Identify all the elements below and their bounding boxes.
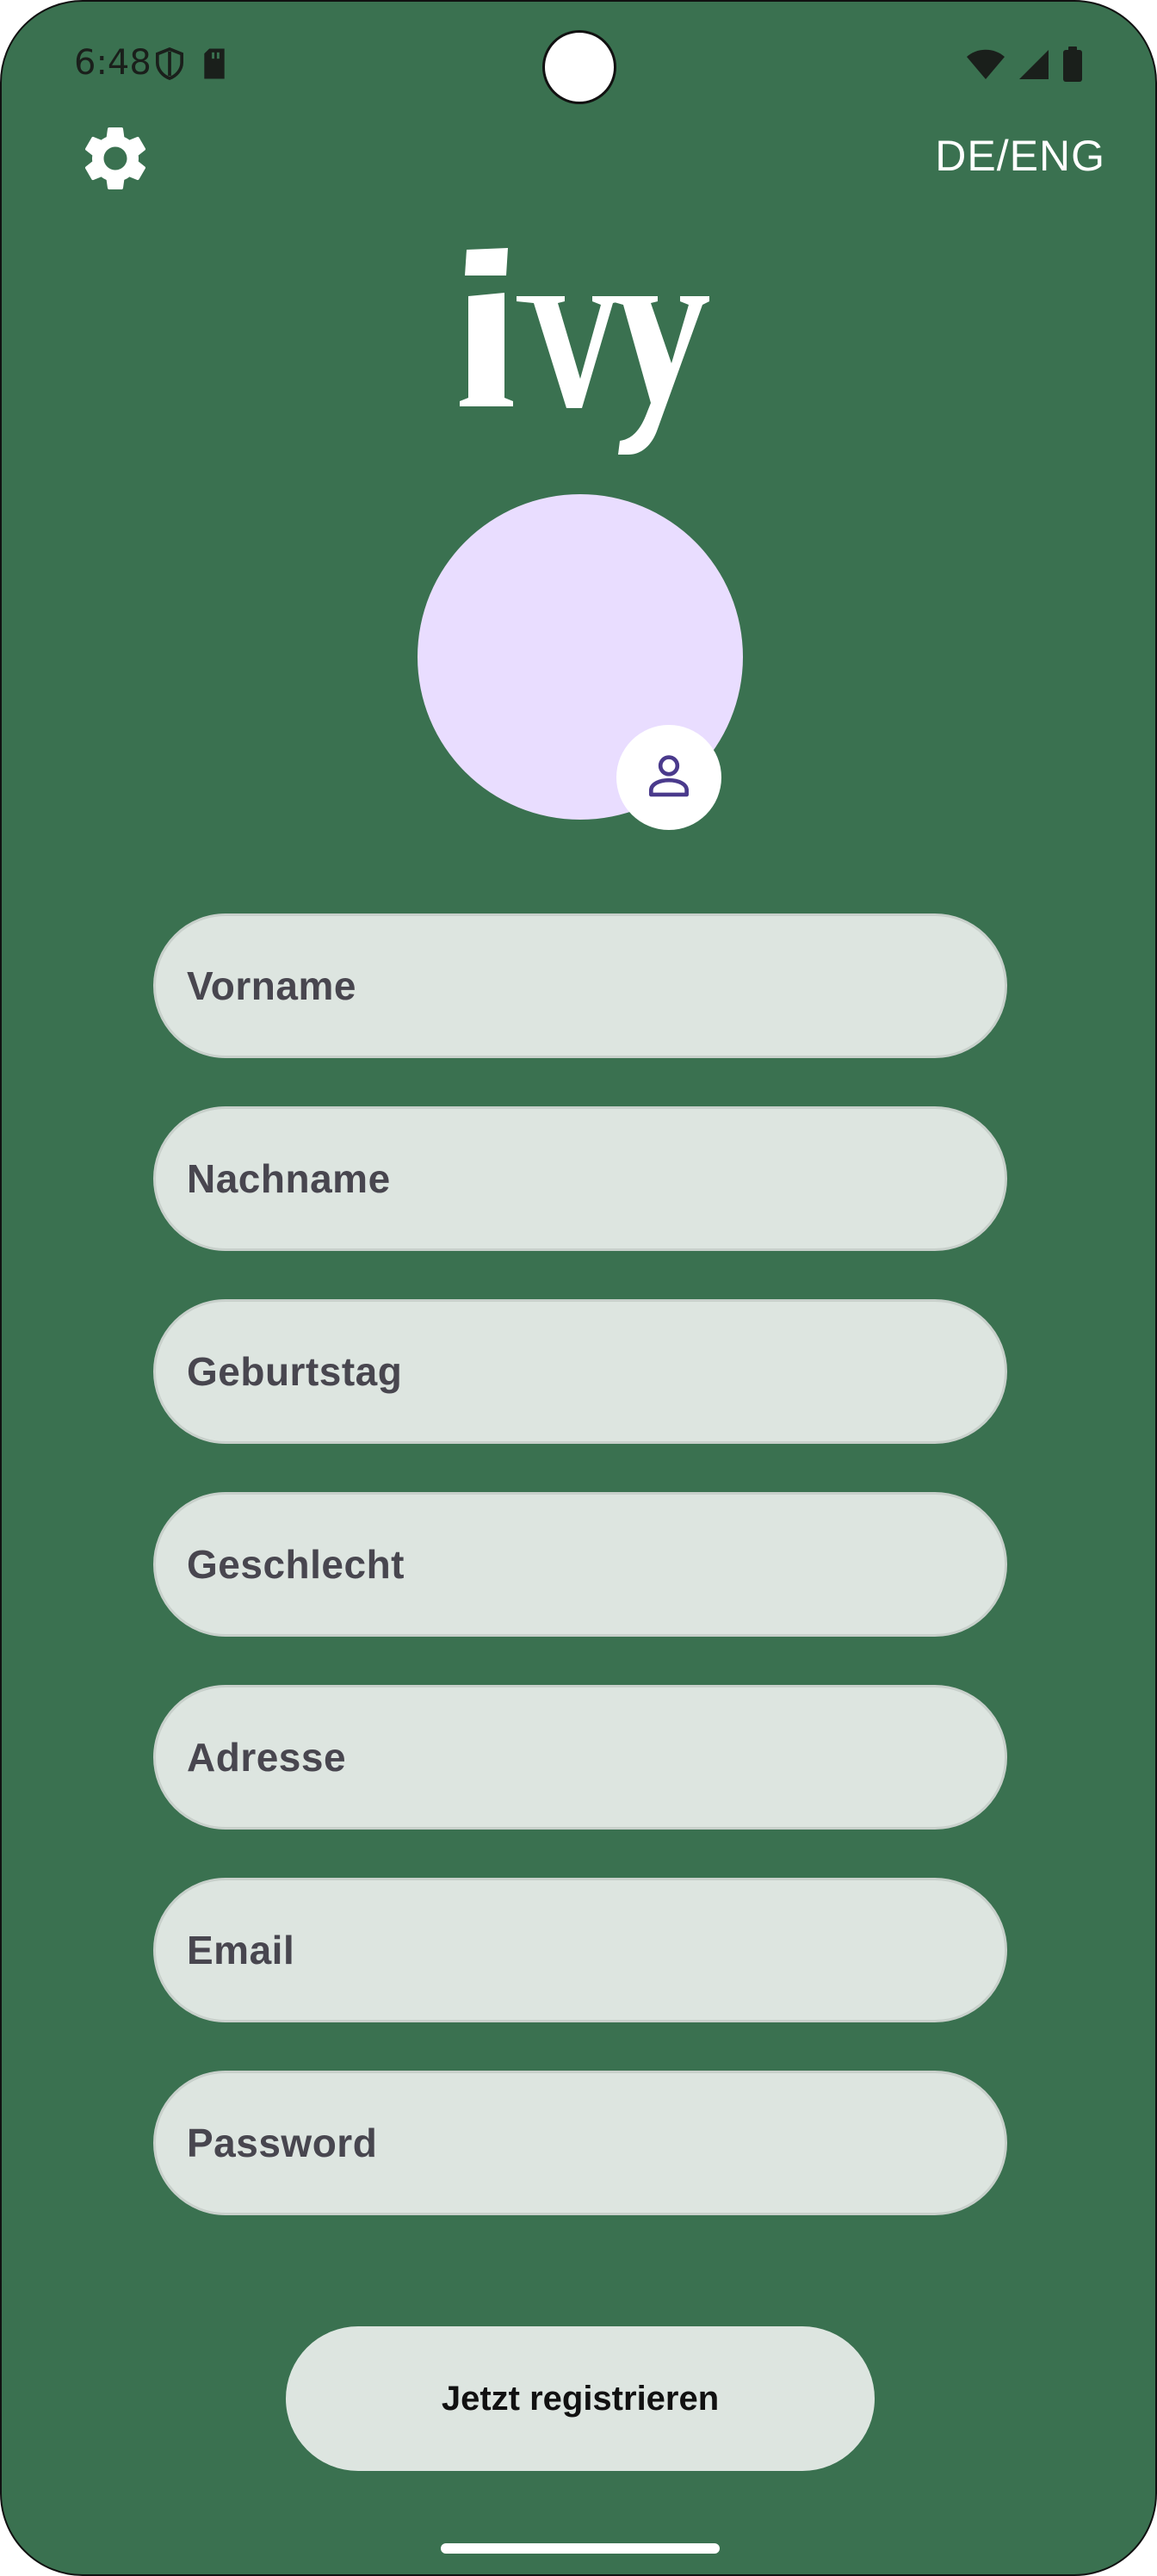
sd-card-icon (201, 47, 227, 84)
front-camera (542, 30, 616, 104)
status-time: 6:48 (74, 43, 152, 83)
status-right-icons (966, 46, 1083, 87)
registration-form: Vorname Nachname Geburtstag Geschlecht A… (153, 913, 1007, 2263)
password-field[interactable]: Password (153, 2071, 1007, 2215)
shield-icon (155, 46, 184, 85)
birthday-field[interactable]: Geburtstag (153, 1299, 1007, 1444)
gear-icon (77, 120, 154, 201)
ivy-logo (451, 234, 709, 458)
person-icon (642, 749, 696, 807)
cellular-signal-icon (1018, 48, 1050, 85)
wifi-icon (966, 48, 1005, 85)
home-indicator[interactable] (441, 2543, 720, 2554)
address-field[interactable]: Adresse (153, 1685, 1007, 1830)
register-button[interactable]: Jetzt registrieren (286, 2326, 875, 2471)
gender-field[interactable]: Geschlecht (153, 1492, 1007, 1637)
status-left-icons (155, 46, 227, 85)
last-name-field[interactable]: Nachname (153, 1106, 1007, 1251)
first-name-field[interactable]: Vorname (153, 913, 1007, 1058)
phone-screen: 6:48 DE/ENG Vorname Nachname Geburtstag … (0, 0, 1157, 2576)
language-toggle[interactable]: DE/ENG (935, 131, 1105, 181)
settings-button[interactable] (74, 119, 157, 201)
email-field[interactable]: Email (153, 1878, 1007, 2022)
battery-icon (1062, 46, 1083, 87)
change-avatar-button[interactable] (616, 725, 721, 830)
